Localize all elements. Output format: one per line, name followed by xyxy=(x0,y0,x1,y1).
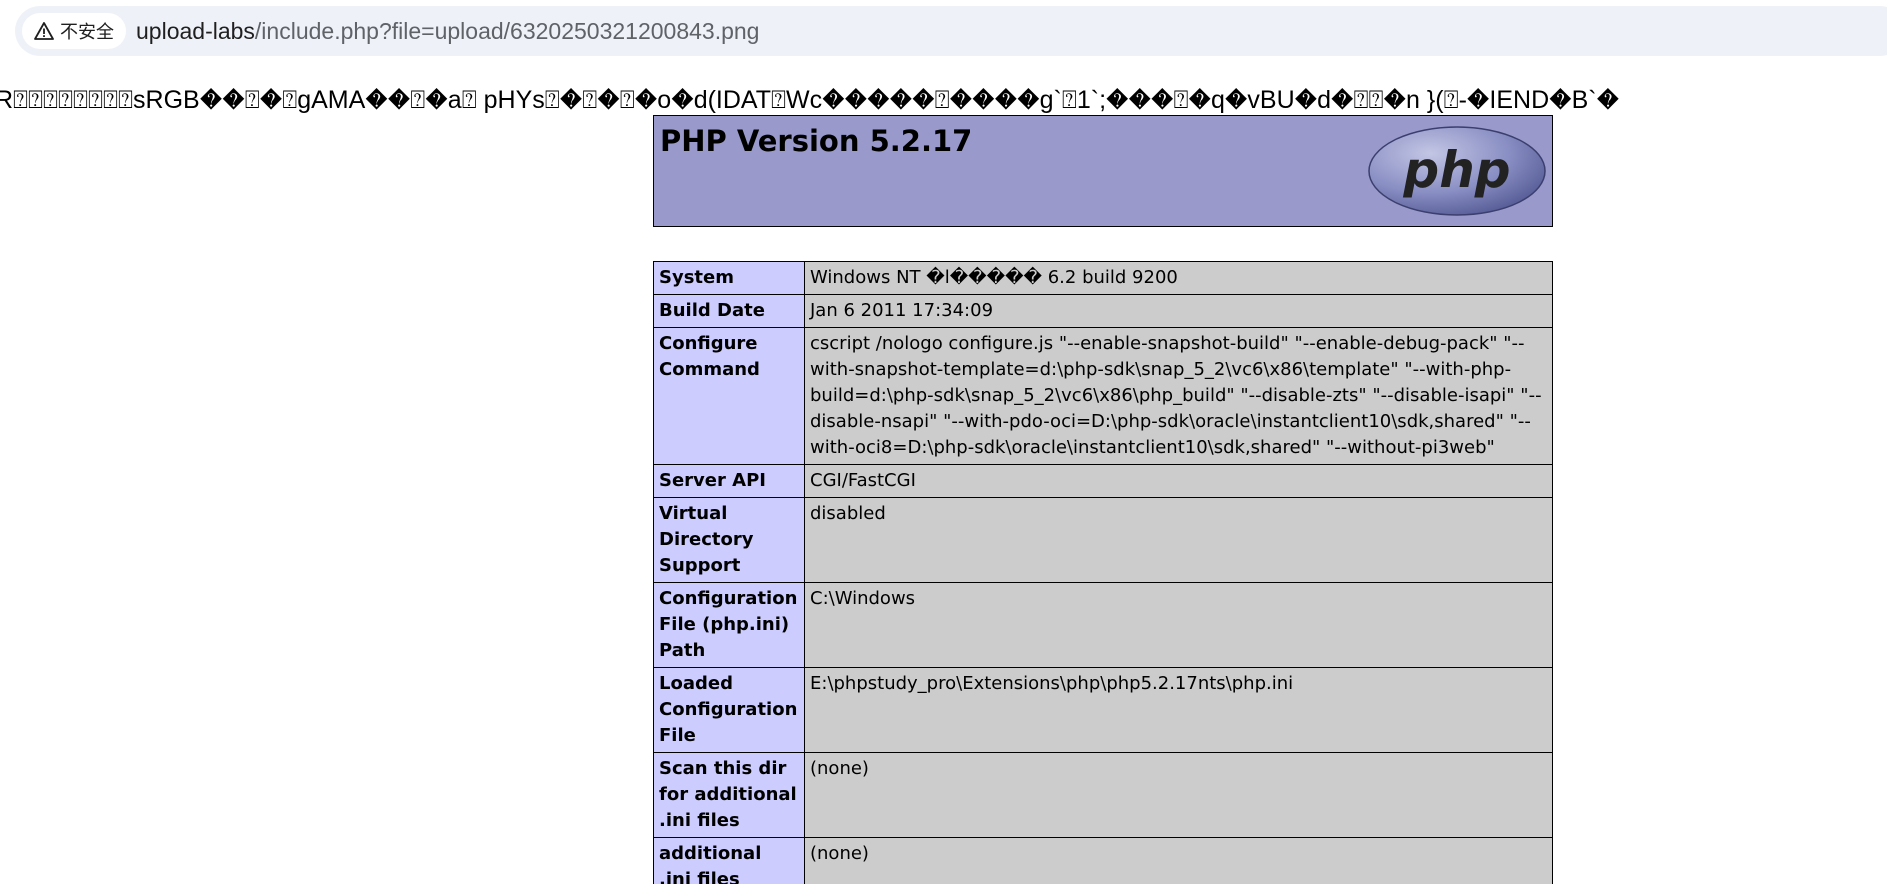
table-row: Loaded Configuration File E:\phpstudy_pro… xyxy=(653,667,1553,753)
row-value: CGI/FastCGI xyxy=(804,464,1553,498)
table-row: Server API CGI/FastCGI xyxy=(653,464,1553,498)
table-row: Configuration File (php.ini) Path C:\Wind… xyxy=(653,582,1553,668)
row-label: Scan this dir for additional .ini files xyxy=(653,752,805,838)
table-row: additional .ini files parsed(none) xyxy=(653,837,1553,884)
url-text[interactable]: upload-labs/include.php?file=upload/6320… xyxy=(136,6,759,56)
row-label: Virtual Directory Support xyxy=(653,497,805,583)
phpinfo-header: PHP Version 5.2.17 php xyxy=(653,115,1553,227)
table-row: System Windows NT �l����� 6.2 build 9200 xyxy=(653,261,1553,295)
table-row: Virtual Directory Support disabled xyxy=(653,497,1553,583)
security-indicator[interactable]: 不安全 xyxy=(22,13,126,49)
url-path: /include.php?file=upload/632025032120084… xyxy=(254,18,760,44)
table-row: Configure Command cscript /nologo configu… xyxy=(653,327,1553,465)
php-logo[interactable]: php xyxy=(1367,125,1547,217)
row-value: (none) xyxy=(804,837,1553,884)
table-row: Scan this dir for additional .ini files(… xyxy=(653,752,1553,838)
row-value: (none) xyxy=(804,752,1553,838)
row-label: additional .ini files parsed xyxy=(653,837,805,884)
raw-png-output: R⍰⍰⍰⍰⍰⍰⍰⍰sRGB��⍰�⍰gAMA��⍰�a⍰ pHYs⍰�⍰�⍰�o… xyxy=(0,86,1620,114)
row-value: E:\phpstudy_pro\Extensions\php\php5.2.17… xyxy=(804,667,1553,753)
row-value: disabled xyxy=(804,497,1553,583)
phpinfo-table: System Windows NT �l����� 6.2 build 9200 B… xyxy=(653,261,1553,884)
row-label: System xyxy=(653,261,805,295)
browser-toolbar: 不安全 upload-labs/include.php?file=upload/… xyxy=(0,0,1887,62)
security-label: 不安全 xyxy=(60,22,114,42)
url-host: upload-labs xyxy=(136,18,255,44)
row-label: Configuration File (php.ini) Path xyxy=(653,582,805,668)
address-bar[interactable]: 不安全 upload-labs/include.php?file=upload/… xyxy=(15,6,1887,56)
warning-icon xyxy=(34,22,54,40)
row-value: C:\Windows xyxy=(804,582,1553,668)
row-label: Configure Command xyxy=(653,327,805,465)
row-value: Windows NT �l����� 6.2 build 9200 xyxy=(804,261,1553,295)
php-logo-text: php xyxy=(1402,141,1510,199)
row-value: Jan 6 2011 17:34:09 xyxy=(804,294,1553,328)
table-row: Build Date Jan 6 2011 17:34:09 xyxy=(653,294,1553,328)
row-label: Server API xyxy=(653,464,805,498)
row-value: cscript /nologo configure.js "--enable-s… xyxy=(804,327,1553,465)
row-label: Loaded Configuration File xyxy=(653,667,805,753)
phpinfo-container: PHP Version 5.2.17 php System Windows NT … xyxy=(653,115,1553,884)
row-label: Build Date xyxy=(653,294,805,328)
page-title: PHP Version 5.2.17 xyxy=(660,124,973,158)
